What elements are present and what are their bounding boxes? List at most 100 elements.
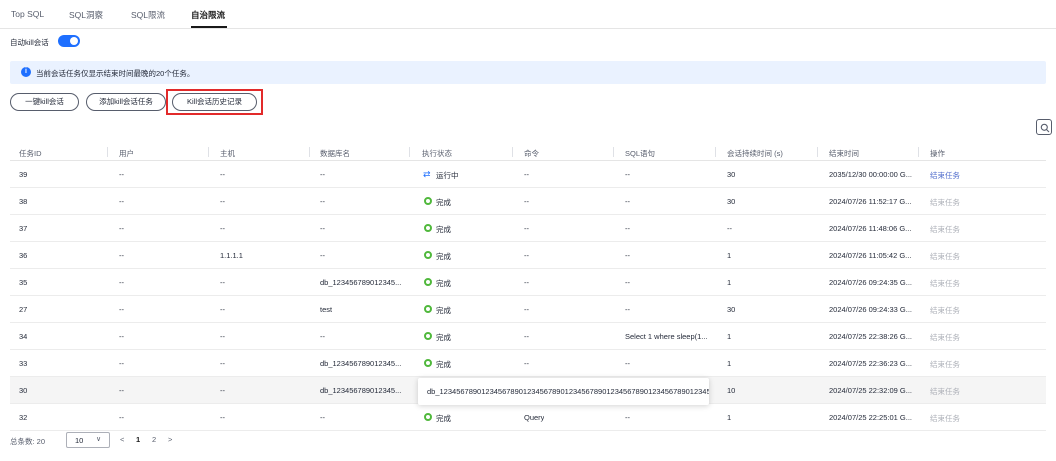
cell-host: --: [220, 413, 225, 422]
cell-status-label: 完成: [436, 279, 451, 288]
cell-sql: --: [625, 359, 630, 368]
cell-task-id: 34: [19, 332, 28, 341]
cell-command: --: [524, 251, 529, 260]
total-count: 总条数: 20: [10, 437, 46, 446]
kill-sessions-button[interactable]: 一键kill会话: [10, 93, 79, 111]
table-row[interactable]: 37 -- -- -- 完成 -- -- -- 2024/07/26 11:48:06 G...…: [10, 215, 1046, 242]
cell-host: --: [220, 170, 225, 179]
cell-db-name: --: [320, 413, 325, 422]
status-done-icon: [424, 251, 432, 259]
cell-user: --: [119, 305, 124, 314]
col-sql: SQL语句: [625, 149, 656, 158]
col-exec-status: 执行状态: [422, 149, 452, 158]
status-done-icon: [424, 278, 432, 286]
cell-duration: --: [727, 224, 732, 233]
cell-user: --: [119, 386, 124, 395]
cell-sql: --: [625, 170, 630, 179]
next-page-button[interactable]: >: [168, 435, 172, 444]
cell-status-label: 完成: [436, 414, 451, 423]
cell-end-time: 2024/07/25 22:32:09 G...: [829, 386, 912, 395]
cell-end-task-link: 结束任务: [930, 414, 960, 423]
auto-kill-toggle[interactable]: [58, 35, 80, 47]
cell-end-task-link[interactable]: 结束任务: [930, 170, 960, 181]
tab-sql-throttle[interactable]: SQL限流: [131, 9, 165, 21]
db-name-tooltip: db_1234567890123456789012345678901234567…: [418, 378, 709, 405]
cell-host: --: [220, 224, 225, 233]
add-kill-task-button[interactable]: 添加kill会话任务: [86, 93, 166, 111]
status-done-icon: [424, 332, 432, 340]
search-button[interactable]: [1036, 119, 1052, 135]
page-size-select[interactable]: 10 ∨: [66, 432, 110, 448]
cell-host: 1.1.1.1: [220, 251, 243, 260]
prev-page-button[interactable]: <: [120, 435, 124, 444]
highlight-box: [166, 89, 263, 115]
cell-user: --: [119, 197, 124, 206]
cell-db-name: db_123456789012345...: [320, 359, 402, 368]
column-divider: [715, 147, 716, 157]
column-divider: [817, 147, 818, 157]
table-row[interactable]: 27 -- -- test 完成 -- -- 30 2024/07/26 09:24:33 G.…: [10, 296, 1046, 323]
table-row[interactable]: 34 -- -- -- 完成 -- Select 1 where sleep(1... 1 20…: [10, 323, 1046, 350]
cell-duration: 1: [727, 251, 732, 260]
table-row[interactable]: 38 -- -- -- 完成 -- -- 30 2024/07/26 11:52:17 G...…: [10, 188, 1046, 215]
status-done-icon: [424, 305, 432, 313]
tab-sql-insight[interactable]: SQL洞察: [69, 9, 103, 21]
cell-host: --: [220, 332, 225, 341]
cell-end-task-link: 结束任务: [930, 279, 960, 288]
table-row[interactable]: 39 -- -- -- ⇄ 运行中 -- -- 30 2035/12/30 00:00:00 G.…: [10, 161, 1046, 188]
table-row[interactable]: 32 -- -- -- 完成 Query -- 1 2024/07/25 22:25:01 G.…: [10, 404, 1046, 431]
cell-status-label: 完成: [436, 333, 451, 342]
cell-sql: --: [625, 224, 630, 233]
cell-host: --: [220, 278, 225, 287]
cell-db-name: --: [320, 170, 325, 179]
cell-db-name: --: [320, 224, 325, 233]
cell-user: --: [119, 359, 124, 368]
cell-task-id: 27: [19, 305, 28, 314]
cell-host: --: [220, 359, 225, 368]
tab-auto-throttle[interactable]: 自治限流: [191, 9, 225, 21]
table-header: 任务ID 用户 主机 数据库名 执行状态 命令 SQL语句 会话持续时间 (s)…: [10, 143, 1046, 161]
cell-task-id: 38: [19, 197, 28, 206]
info-notice: i 当前会话任务仅显示结束时间最晚的20个任务。: [10, 61, 1046, 84]
tab-top-sql[interactable]: Top SQL: [11, 9, 44, 19]
column-divider: [512, 147, 513, 157]
page-1[interactable]: 1: [136, 435, 140, 444]
cell-duration: 1: [727, 359, 732, 368]
status-done-icon: [424, 224, 432, 232]
cell-duration: 10: [727, 386, 736, 395]
cell-db-name: --: [320, 251, 325, 260]
col-duration: 会话持续时间 (s): [727, 149, 783, 158]
cell-db-name: test: [320, 305, 333, 314]
cell-command: --: [524, 332, 529, 341]
table-row[interactable]: 33 -- -- db_123456789012345... 完成 -- -- 1 2024/0…: [10, 350, 1046, 377]
cell-db-name: db_123456789012345...: [320, 386, 402, 395]
cell-end-time: 2024/07/26 11:05:42 G...: [829, 251, 912, 260]
cell-end-task-link: 结束任务: [930, 198, 960, 207]
cell-user: --: [119, 251, 124, 260]
cell-end-time: 2024/07/25 22:25:01 G...: [829, 413, 912, 422]
col-host: 主机: [220, 149, 235, 158]
page-2[interactable]: 2: [152, 435, 156, 444]
cell-status-label: 完成: [436, 225, 451, 234]
cell-status-label: 完成: [436, 360, 451, 369]
cell-user: --: [119, 278, 124, 287]
table-row[interactable]: 35 -- -- db_123456789012345... 完成 -- -- 1 2024/0…: [10, 269, 1046, 296]
cell-task-id: 30: [19, 386, 28, 395]
notice-text: 当前会话任务仅显示结束时间最晚的20个任务。: [36, 69, 195, 78]
column-divider: [613, 147, 614, 157]
cell-duration: 1: [727, 413, 732, 422]
cell-task-id: 33: [19, 359, 28, 368]
cell-end-time: 2024/07/26 11:48:06 G...: [829, 224, 912, 233]
cell-status-label: 运行中: [436, 171, 459, 180]
cell-user: --: [119, 170, 124, 179]
cell-host: --: [220, 305, 225, 314]
status-running-icon: ⇄: [423, 169, 431, 179]
cell-duration: 1: [727, 278, 732, 287]
cell-duration: 30: [727, 170, 736, 179]
cell-end-task-link: 结束任务: [930, 360, 960, 369]
table-row[interactable]: 36 -- 1.1.1.1 -- 完成 -- -- 1 2024/07/26 11:05:42 …: [10, 242, 1046, 269]
cell-db-name: db_123456789012345...: [320, 278, 402, 287]
pagination: 总条数: 20 10 ∨ < 1 2 >: [10, 431, 310, 449]
cell-end-task-link: 结束任务: [930, 252, 960, 261]
col-command: 命令: [524, 149, 539, 158]
